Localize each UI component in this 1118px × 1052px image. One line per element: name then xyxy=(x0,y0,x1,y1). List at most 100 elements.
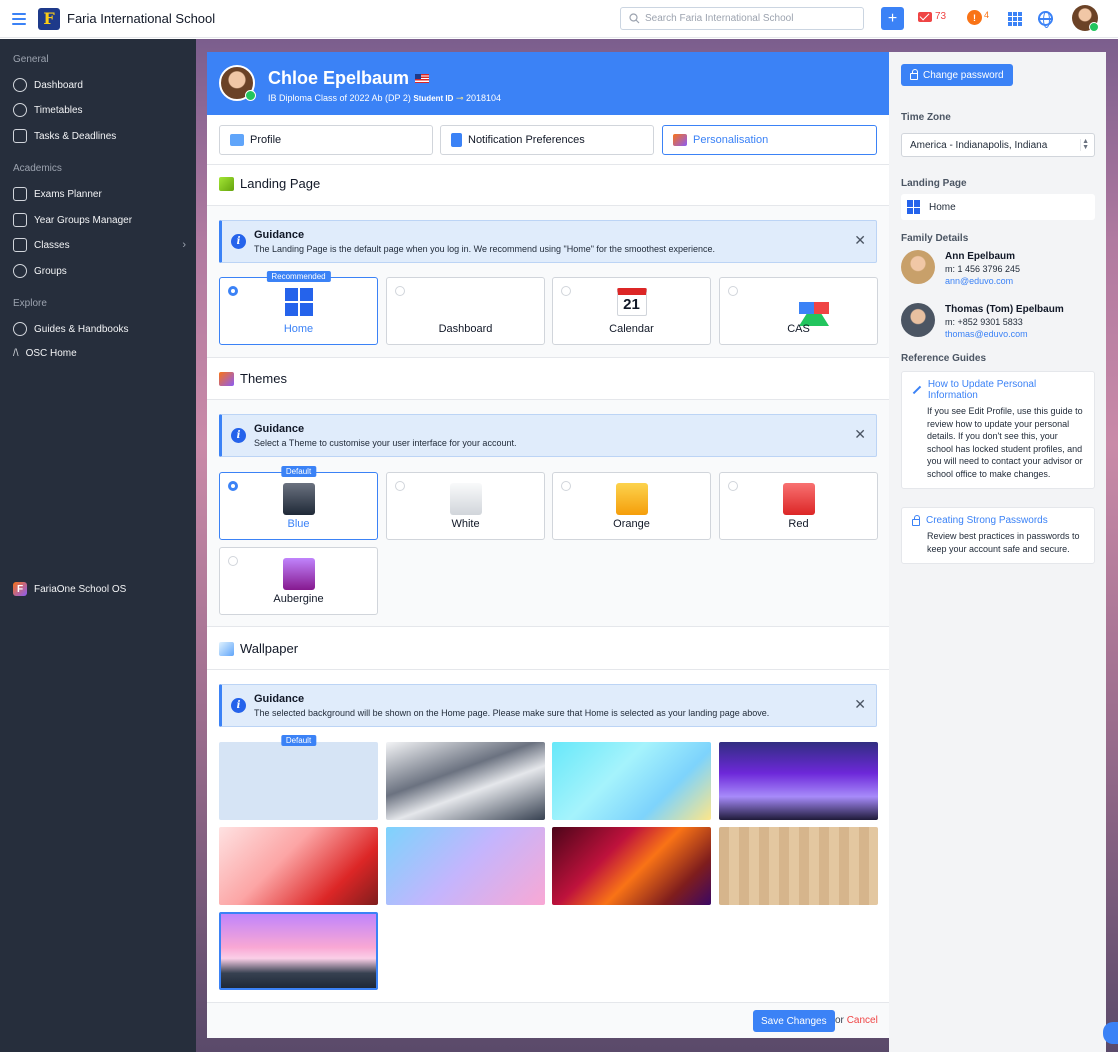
wallpaper-option-sunset-lake[interactable] xyxy=(219,912,378,990)
themes-title: Themes xyxy=(240,371,287,386)
landing-guidance: i Guidance The Landing Page is the defau… xyxy=(219,220,877,263)
theme-option-white[interactable]: White xyxy=(386,472,545,540)
add-button[interactable]: + xyxy=(881,7,904,30)
wallpaper-option-default[interactable]: Default xyxy=(219,735,378,820)
sidebar-item-label: Year Groups Manager xyxy=(34,214,133,226)
theme-swatch-blue xyxy=(282,483,315,515)
search-input[interactable]: Search Faria International School xyxy=(620,7,864,30)
family-avatar xyxy=(901,303,935,337)
radio-unselected[interactable] xyxy=(728,481,738,491)
wallpaper-option-canyon[interactable] xyxy=(552,827,711,905)
sidebar-item-tasks[interactable]: Tasks & Deadlines xyxy=(13,129,188,143)
guide-card[interactable]: Creating Strong Passwords Review best pr… xyxy=(901,507,1095,564)
radio-unselected[interactable] xyxy=(395,286,405,296)
close-icon[interactable]: ✕ xyxy=(854,696,866,713)
guide-card[interactable]: How to Update Personal Information If yo… xyxy=(901,371,1095,489)
option-label: White xyxy=(451,518,480,530)
family-email[interactable]: ann@eduvo.com xyxy=(945,276,1013,286)
time-zone-label: Time Zone xyxy=(901,112,951,123)
apps-grid-icon[interactable] xyxy=(1008,12,1022,26)
guide-title[interactable]: How to Update Personal Information xyxy=(912,379,1086,401)
wallpaper-option-wood[interactable] xyxy=(719,827,878,905)
sidebar-item-groups[interactable]: Groups xyxy=(13,264,188,278)
school-logo[interactable]: F xyxy=(38,7,60,30)
messages-button[interactable]: 73 xyxy=(918,11,946,22)
radio-unselected[interactable] xyxy=(561,481,571,491)
radio-selected[interactable] xyxy=(228,481,238,491)
help-button[interactable] xyxy=(1103,1022,1118,1044)
landing-option-dashboard[interactable]: Dashboard xyxy=(386,277,545,345)
info-icon: i xyxy=(231,234,246,249)
school-name[interactable]: Faria International School xyxy=(67,11,215,26)
landing-option-calendar[interactable]: 21 Calendar xyxy=(552,277,711,345)
wallpaper-option-pastel[interactable] xyxy=(386,827,545,905)
profile-avatar[interactable] xyxy=(219,65,256,101)
or-cancel: or Cancel xyxy=(835,1015,878,1026)
sidebar-item-exams-planner[interactable]: Exams Planner xyxy=(13,187,188,201)
dashboard-icon xyxy=(13,78,27,92)
close-icon[interactable]: ✕ xyxy=(854,232,866,249)
tab-personalisation[interactable]: Personalisation xyxy=(662,125,877,155)
radio-unselected[interactable] xyxy=(728,286,738,296)
sidebar-section-explore: Explore xyxy=(13,298,47,309)
family-details-label: Family Details xyxy=(901,233,969,244)
wallpaper-option-turquoise[interactable] xyxy=(552,742,711,820)
theme-option-blue[interactable]: Default Blue xyxy=(219,466,378,540)
user-avatar[interactable] xyxy=(1072,5,1099,32)
groups-icon xyxy=(13,264,27,278)
close-icon[interactable]: ✕ xyxy=(854,426,866,443)
sidebar-item-osc-home[interactable]: /\ OSC Home xyxy=(13,348,188,359)
sidebar-item-dashboard[interactable]: Dashboard xyxy=(13,78,188,92)
profile-class: IB Diploma Class of 2022 Ab (DP 2) xyxy=(268,93,411,103)
landing-option-cas[interactable]: CAS xyxy=(719,277,878,345)
theme-option-orange[interactable]: Orange xyxy=(552,472,711,540)
guide-text: Review best practices in passwords to ke… xyxy=(927,531,1080,554)
radio-selected[interactable] xyxy=(228,286,238,296)
profile-header: Chloe Epelbaum IB Diploma Class of 2022 … xyxy=(207,52,889,115)
family-avatar xyxy=(901,250,935,284)
notifications-button[interactable]: ! 4 xyxy=(967,10,989,25)
sidebar-item-timetables[interactable]: Timetables xyxy=(13,103,188,117)
sidebar-item-guides[interactable]: Guides & Handbooks xyxy=(13,322,188,336)
pencil-icon xyxy=(912,385,922,395)
tab-label: Notification Preferences xyxy=(468,134,585,146)
wallpaper-option-red-lines[interactable] xyxy=(219,827,378,905)
divider xyxy=(207,626,889,627)
radio-unselected[interactable] xyxy=(228,556,238,566)
globe-icon[interactable] xyxy=(1038,11,1053,28)
theme-swatch-orange xyxy=(615,483,648,515)
student-id-label: Student ID xyxy=(413,94,454,103)
radio-unselected[interactable] xyxy=(395,481,405,491)
sidebar-item-year-groups[interactable]: Year Groups Manager xyxy=(13,213,188,227)
tab-notification-preferences[interactable]: Notification Preferences xyxy=(440,125,654,155)
windows-icon xyxy=(907,200,921,214)
sidebar-item-label: Timetables xyxy=(34,104,83,116)
radio-unselected[interactable] xyxy=(561,286,571,296)
sidebar-item-classes[interactable]: Classes › xyxy=(13,238,188,252)
profile-subtitle: IB Diploma Class of 2022 Ab (DP 2) Stude… xyxy=(268,93,501,104)
classes-icon xyxy=(13,238,27,252)
save-changes-button[interactable]: Save Changes xyxy=(753,1010,835,1032)
wallpaper-option-night-sky[interactable] xyxy=(719,742,878,820)
landing-option-home[interactable]: Recommended Home xyxy=(219,271,378,345)
calendar-icon: 21 xyxy=(616,288,647,316)
guides-icon xyxy=(13,322,27,336)
key-icon: ⊸ xyxy=(455,93,464,103)
time-zone-select[interactable]: America - Indianapolis, Indiana ▲ ▼ xyxy=(901,133,1095,157)
cancel-link[interactable]: Cancel xyxy=(847,1015,878,1026)
change-password-label: Change password xyxy=(923,69,1004,81)
wallpaper-option-snow-mountains[interactable] xyxy=(386,742,545,820)
theme-option-aubergine[interactable]: Aubergine xyxy=(219,547,378,615)
menu-icon[interactable] xyxy=(12,12,26,25)
profile-name: Chloe Epelbaum xyxy=(268,68,430,89)
family-email[interactable]: thomas@eduvo.com xyxy=(945,329,1028,339)
guide-title[interactable]: Creating Strong Passwords xyxy=(912,514,1086,526)
tab-profile[interactable]: Profile xyxy=(219,125,433,155)
sidebar-item-label: Exams Planner xyxy=(34,188,102,200)
theme-option-red[interactable]: Red xyxy=(719,472,878,540)
sidebar-item-fariaone[interactable]: F FariaOne School OS xyxy=(13,582,188,596)
change-password-button[interactable]: Change password xyxy=(901,64,1013,86)
sidebar-item-label: Guides & Handbooks xyxy=(34,323,129,335)
mail-icon xyxy=(918,11,932,22)
family-name: Ann Epelbaum xyxy=(945,251,1016,262)
